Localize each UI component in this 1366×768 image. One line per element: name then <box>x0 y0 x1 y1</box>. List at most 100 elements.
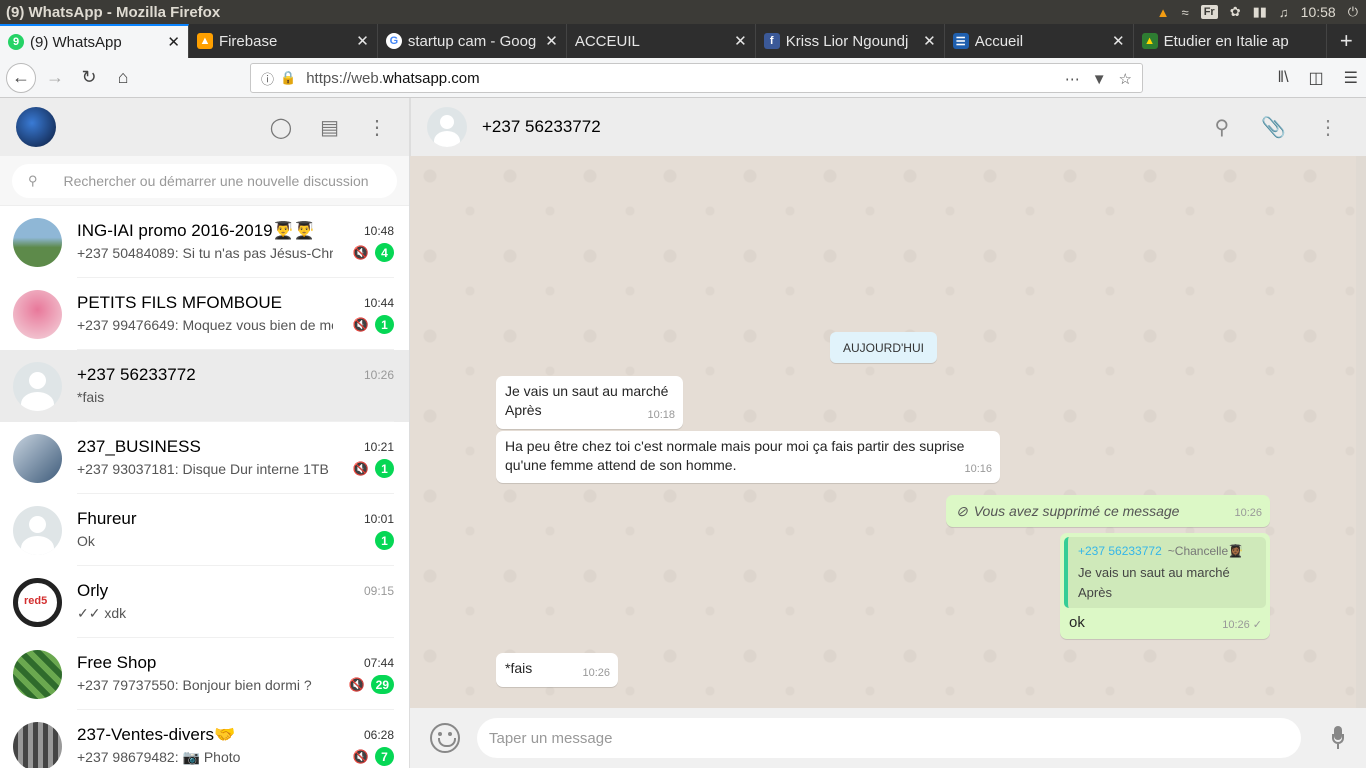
tab-facebook[interactable]: f Kriss Lior Ngoundj ✕ <box>756 24 945 58</box>
flag-icon: ☰ <box>952 33 969 49</box>
default-avatar-icon[interactable] <box>427 107 467 147</box>
sent-check-icon: ✓ <box>1252 619 1262 631</box>
default-avatar-icon <box>13 361 62 411</box>
wifi-icon[interactable]: ≈ <box>1182 5 1189 20</box>
tab-google-search[interactable]: G startup cam - Goog ✕ <box>378 24 567 58</box>
close-icon[interactable]: ✕ <box>167 33 180 51</box>
system-tray: ▲ ≈ Fr ✿ ▮▮ ♫ 10:58 ⏻ <box>1157 0 1358 24</box>
vlc-icon[interactable]: ▲ <box>1157 5 1170 20</box>
message-out-deleted[interactable]: ⊘ Vous avez supprimé ce message 10:26 <box>946 495 1270 527</box>
unread-badge: 1 <box>375 315 394 334</box>
clock[interactable]: 10:58 <box>1301 4 1336 20</box>
message-out-reply[interactable]: +237 56233772 ~Chancelle👩🏾‍🎓 Je vais un s… <box>1060 533 1270 639</box>
emoji-icon[interactable] <box>430 723 460 753</box>
message-area: AUJOURD'HUI Je vais un saut au marché Ap… <box>410 156 1356 708</box>
close-icon[interactable]: ✕ <box>734 32 747 50</box>
avatar <box>13 217 62 267</box>
microphone-icon[interactable] <box>1332 726 1344 750</box>
tab-label: Firebase <box>218 32 278 50</box>
tab-etudier-italie[interactable]: ▲ Etudier en Italie ap <box>1134 24 1327 58</box>
bookmark-star-icon[interactable]: ☆ <box>1119 70 1132 88</box>
reload-button[interactable]: ↻ <box>74 63 104 93</box>
search-box[interactable]: ⚲ <box>12 163 397 198</box>
volume-icon[interactable]: ♫ <box>1279 5 1289 20</box>
conversation-title[interactable]: +237 56233772 <box>482 117 601 137</box>
quote-author-name: ~Chancelle👩🏾‍🎓 <box>1167 544 1244 558</box>
forward-button[interactable]: → <box>40 63 70 93</box>
message-scrollbar[interactable] <box>1356 156 1366 708</box>
chat-preview: +237 50484089: Si tu n'as pas Jésus-Chri… <box>77 245 333 261</box>
close-icon[interactable]: ✕ <box>923 32 936 50</box>
close-icon[interactable]: ✕ <box>356 32 369 50</box>
chat-item[interactable]: PETITS FILS MFOMBOUE 10:44 +237 99476649… <box>0 278 409 350</box>
tab-whatsapp[interactable]: 9 (9) WhatsApp ✕ <box>0 24 189 58</box>
hamburger-menu-icon[interactable]: ☰ <box>1344 68 1358 88</box>
composer <box>410 708 1366 768</box>
menu-icon[interactable]: ⋮ <box>1318 115 1338 140</box>
new-chat-icon[interactable]: ▤ <box>320 115 339 140</box>
keyboard-layout-indicator[interactable]: Fr <box>1200 5 1218 19</box>
message-input[interactable] <box>477 718 1301 758</box>
status-icon[interactable]: ◯ <box>270 115 292 140</box>
bluetooth-icon[interactable]: ✿ <box>1230 4 1241 20</box>
search-input[interactable] <box>63 172 374 189</box>
chat-list: ING-IAI promo 2016-2019👨‍🎓👨‍🎓 10:48 +237… <box>0 206 409 768</box>
url-prefix: https://web. <box>306 69 383 87</box>
power-icon[interactable]: ⏻ <box>1348 4 1358 20</box>
quoted-message[interactable]: +237 56233772 ~Chancelle👩🏾‍🎓 Je vais un s… <box>1064 537 1266 608</box>
page-actions-icon[interactable]: ⋯ <box>1065 70 1080 88</box>
message-time: 10:26 <box>582 667 610 679</box>
chat-name: ING-IAI promo 2016-2019👨‍🎓👨‍🎓 <box>77 221 315 240</box>
muted-icon: 🔇 <box>352 244 369 260</box>
pocket-icon[interactable]: ▼ <box>1092 71 1107 88</box>
info-icon[interactable]: ⓘ <box>261 69 274 88</box>
quote-author-number: +237 56233772 <box>1078 544 1162 558</box>
chat-preview: +237 99476649: Moquez vous bien de moi <box>77 317 333 333</box>
chat-item[interactable]: red5 Orly 09:15 ✓✓ xdk <box>0 566 409 638</box>
chat-item[interactable]: ING-IAI promo 2016-2019👨‍🎓👨‍🎓 10:48 +237… <box>0 206 409 278</box>
chat-item[interactable]: 237-Ventes-divers🤝 06:28 +237 98679482: … <box>0 710 409 768</box>
chat-name: Fhureur <box>77 509 137 528</box>
chat-time: 07:44 <box>363 656 394 670</box>
back-button[interactable]: ← <box>6 62 36 93</box>
menu-icon[interactable]: ⋮ <box>367 115 387 140</box>
close-icon[interactable]: ✕ <box>545 32 558 50</box>
tab-acceuil[interactable]: ACCEUIL ✕ <box>567 24 756 58</box>
url-bar[interactable]: ⓘ 🔒 https://web. whatsapp.com ⋯ ▼ ☆ <box>250 63 1143 93</box>
search-icon[interactable]: ⚲ <box>1214 115 1229 140</box>
muted-icon: 🔇 <box>348 676 365 692</box>
tab-firebase[interactable]: ▲ Firebase ✕ <box>189 24 378 58</box>
close-icon[interactable]: ✕ <box>1112 32 1125 50</box>
chat-item-selected[interactable]: +237 56233772 10:26 *fais <box>0 350 409 422</box>
new-tab-button[interactable]: + <box>1327 24 1366 58</box>
url-host: whatsapp.com <box>382 69 480 87</box>
attach-icon[interactable]: 📎 <box>1261 115 1286 140</box>
tab-accueil[interactable]: ☰ Accueil ✕ <box>945 24 1134 58</box>
conversation-header[interactable]: +237 56233772 ⚲ 📎 ⋮ <box>410 98 1366 156</box>
avatar <box>13 289 62 339</box>
chat-item[interactable]: Fhureur 10:01 Ok 1 <box>0 494 409 566</box>
chat-name: Orly <box>77 581 109 600</box>
avatar <box>13 721 62 768</box>
avatar <box>13 433 62 483</box>
chat-preview: Ok <box>77 533 95 549</box>
library-icon[interactable]: ‖\ <box>1277 69 1288 87</box>
message-in[interactable]: *fais 10:26 <box>496 653 618 687</box>
message-in[interactable]: Ha peu être chez toi c'est normale mais … <box>496 431 1000 483</box>
avatar <box>13 649 62 699</box>
chat-item[interactable]: Free Shop 07:44 +237 79737550: Bonjour b… <box>0 638 409 710</box>
sidebar-header-actions: ◯ ▤ ⋮ <box>270 98 387 156</box>
battery-icon[interactable]: ▮▮ <box>1253 4 1267 20</box>
muted-icon: 🔇 <box>352 316 369 332</box>
message-time: 10:26 ✓ <box>1222 616 1262 635</box>
home-button[interactable]: ⌂ <box>108 63 138 93</box>
chat-time: 09:15 <box>363 584 394 598</box>
unread-badge: 7 <box>375 747 394 766</box>
sidebar-toggle-icon[interactable]: ◫ <box>1309 68 1324 88</box>
os-top-bar: (9) WhatsApp - Mozilla Firefox ▲ ≈ Fr ✿ … <box>0 0 1366 24</box>
facebook-icon: f <box>763 33 780 49</box>
my-avatar[interactable] <box>16 107 56 147</box>
chat-item[interactable]: 237_BUSINESS 10:21 +237 93037181: Disque… <box>0 422 409 494</box>
unread-badge: 1 <box>375 459 394 478</box>
message-in[interactable]: Je vais un saut au marché Après 10:18 <box>496 376 683 429</box>
